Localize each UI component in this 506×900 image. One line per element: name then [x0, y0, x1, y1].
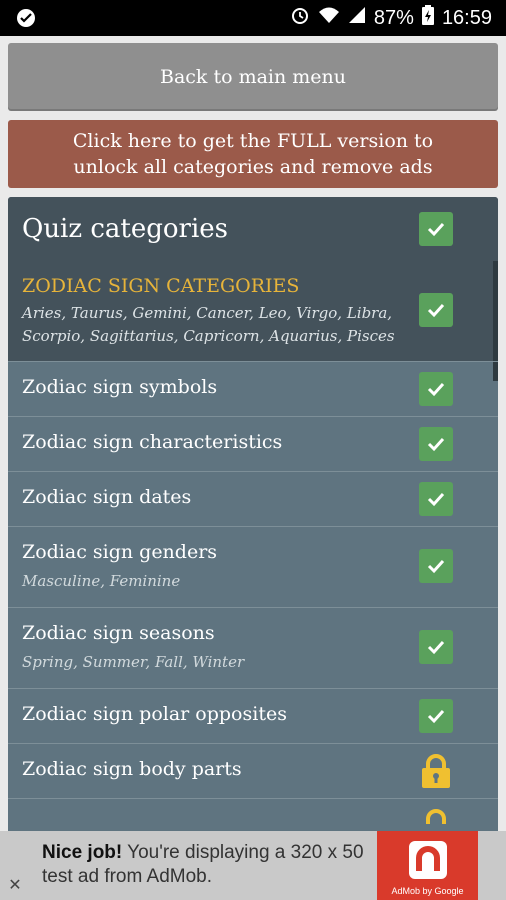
check-icon [427, 222, 445, 237]
quiz-categories-header: Quiz categories ZODIAC SIGN CATEGORIES A… [8, 197, 498, 381]
category-label: Zodiac sign genders [22, 541, 218, 563]
alarm-icon [290, 5, 310, 31]
list-item[interactable]: Zodiac sign polar opposites [8, 688, 498, 744]
check-icon [427, 382, 445, 397]
group-title: ZODIAC SIGN CATEGORIES [22, 275, 300, 297]
category-label: Zodiac sign dates [22, 486, 192, 508]
close-icon[interactable]: ✕ [6, 877, 24, 895]
category-label: Zodiac sign body parts [22, 758, 242, 780]
category-label: Zodiac sign symbols [22, 376, 218, 398]
status-bar: 87% 16:59 [0, 0, 506, 36]
full-version-line-1: Click here to get the FULL version to [72, 130, 434, 152]
check-icon [427, 437, 445, 452]
list-item[interactable] [8, 798, 498, 831]
list-item[interactable]: Zodiac sign dates [8, 471, 498, 527]
clock: 16:59 [441, 6, 492, 29]
wifi-icon [318, 6, 340, 30]
category-checkbox[interactable] [419, 630, 453, 664]
list-item[interactable]: Zodiac sign seasons Spring, Summer, Fall… [8, 607, 498, 689]
check-icon [427, 640, 445, 655]
category-checkbox[interactable] [419, 372, 453, 406]
category-label: Zodiac sign seasons [22, 622, 215, 644]
full-version-line-2: unlock all categories and remove ads [73, 156, 433, 178]
panel-title: Quiz categories [22, 214, 229, 244]
category-subtitle: Spring, Summer, Fall, Winter [22, 653, 245, 671]
list-item[interactable]: Zodiac sign body parts [8, 743, 498, 799]
select-all-checkbox[interactable] [419, 212, 453, 246]
category-label: Zodiac sign characteristics [22, 431, 283, 453]
quiz-categories-panel: Quiz categories ZODIAC SIGN CATEGORIES A… [8, 197, 498, 831]
check-icon [427, 559, 445, 574]
list-item[interactable]: Zodiac sign symbols [8, 361, 498, 417]
battery-icon [421, 5, 434, 31]
ad-banner[interactable]: ✕ Nice job! You're displaying a 320 x 50… [0, 831, 506, 900]
check-icon [427, 492, 445, 507]
notification-icon [16, 8, 36, 33]
signal-icon [348, 6, 366, 30]
category-label: Zodiac sign polar opposites [22, 703, 287, 725]
group-checkbox[interactable] [419, 293, 453, 327]
admob-caption: AdMob by Google [391, 886, 464, 896]
ad-bold-text: Nice job! [42, 842, 123, 863]
category-subtitle: Masculine, Feminine [22, 572, 181, 590]
lock-icon[interactable] [419, 808, 453, 831]
admob-icon [409, 841, 447, 879]
ad-text: Nice job! You're displaying a 320 x 50 t… [42, 841, 372, 889]
category-checkbox[interactable] [419, 699, 453, 733]
back-to-main-menu-button[interactable]: Back to main menu [8, 43, 498, 111]
check-icon [427, 303, 445, 318]
group-description: Aries, Taurus, Gemini, Cancer, Leo, Virg… [22, 304, 395, 345]
category-checkbox[interactable] [419, 427, 453, 461]
list-item[interactable]: Zodiac sign characteristics [8, 416, 498, 472]
list-item[interactable]: Zodiac sign genders Masculine, Feminine [8, 526, 498, 608]
admob-logo[interactable]: AdMob by Google [377, 831, 478, 900]
category-checkbox[interactable] [419, 549, 453, 583]
get-full-version-button[interactable]: Click here to get the FULL version to un… [8, 120, 498, 188]
check-icon [427, 709, 445, 724]
back-button-label: Back to main menu [159, 66, 347, 88]
lock-icon[interactable] [419, 753, 453, 789]
category-checkbox[interactable] [419, 482, 453, 516]
battery-percent: 87% [373, 6, 414, 29]
